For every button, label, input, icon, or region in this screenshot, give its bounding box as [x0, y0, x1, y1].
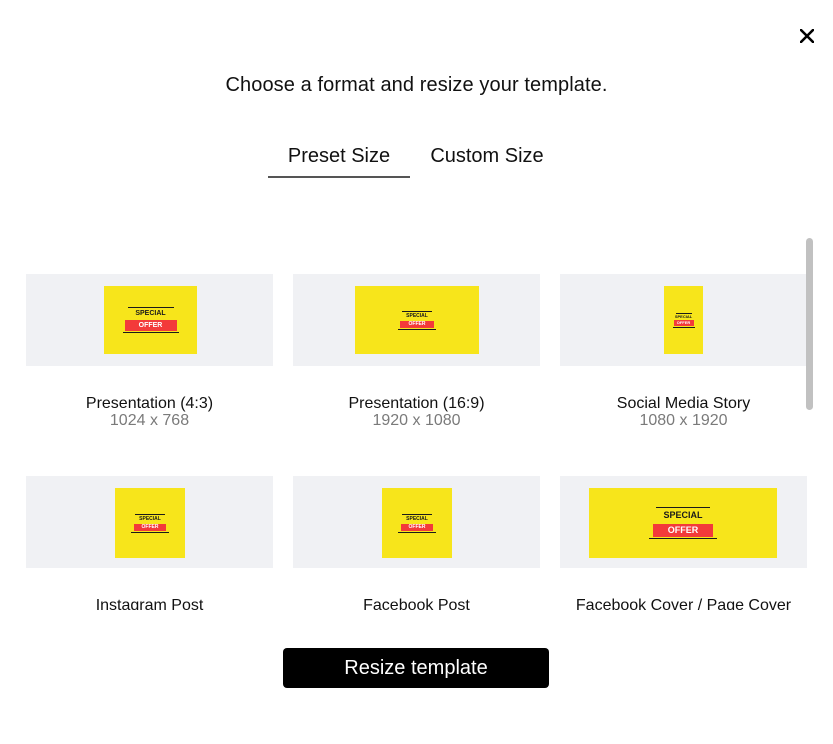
- preview-special-text: SPECIAL: [406, 515, 428, 522]
- size-tabs: Preset Size Custom Size: [268, 143, 564, 179]
- template-preview: SPECIAL OFFER: [589, 488, 777, 558]
- template-preview: SPECIAL OFFER: [382, 488, 452, 558]
- preset-thumbnail: SPECIAL OFFER: [293, 476, 540, 568]
- preset-card-presentation-4-3[interactable]: SPECIAL OFFER Presentation (4:3) 1024 x …: [26, 274, 273, 444]
- preview-special-text: SPECIAL: [406, 312, 428, 319]
- close-icon: [800, 29, 814, 43]
- preview-offer-text: OFFER: [124, 320, 177, 331]
- preview-offer-text: OFFER: [401, 523, 433, 531]
- preset-dimensions: 1920 x 1080: [372, 412, 461, 429]
- preset-card-facebook-cover[interactable]: SPECIAL OFFER Facebook Cover / Page Cove…: [560, 476, 807, 610]
- preview-offer-text: OFFER: [134, 523, 166, 531]
- preview-special-text: SPECIAL: [135, 310, 166, 317]
- preview-offer-text: OFFER: [653, 524, 713, 537]
- preset-title: Presentation (4:3): [85, 395, 214, 412]
- preset-card-facebook-post[interactable]: SPECIAL OFFER Facebook Post: [293, 476, 540, 610]
- preset-title: Presentation (16:9): [348, 395, 485, 412]
- template-preview: SPECIAL OFFER: [355, 286, 479, 354]
- preset-card-instagram-post[interactable]: SPECIAL OFFER Instagram Post: [26, 476, 273, 610]
- tab-preset-size[interactable]: Preset Size: [268, 143, 410, 178]
- preview-special-text: SPECIAL: [139, 515, 161, 522]
- preset-grid: SPECIAL OFFER Presentation (4:3) 1024 x …: [26, 230, 812, 610]
- preset-card-presentation-16-9[interactable]: SPECIAL OFFER Presentation (16:9) 1920 x…: [293, 274, 540, 444]
- preset-title: Instagram Post: [95, 597, 204, 610]
- preset-title: Social Media Story: [616, 395, 751, 412]
- template-preview: SPECIAL OFFER: [664, 286, 703, 354]
- preset-thumbnail: SPECIAL OFFER: [293, 274, 540, 366]
- preset-thumbnail: SPECIAL OFFER: [560, 274, 807, 366]
- preset-thumbnail: SPECIAL OFFER: [26, 274, 273, 366]
- dialog-heading: Choose a format and resize your template…: [225, 74, 608, 96]
- preset-dimensions: 1080 x 1920: [639, 412, 728, 429]
- preset-title: Facebook Post: [363, 597, 470, 610]
- preset-thumbnail: SPECIAL OFFER: [26, 476, 273, 568]
- close-button[interactable]: [797, 26, 817, 46]
- preset-thumbnail: SPECIAL OFFER: [560, 476, 807, 568]
- preview-special-text: SPECIAL: [663, 510, 703, 520]
- preview-offer-text: OFFER: [400, 320, 434, 328]
- preset-card-social-media-story[interactable]: SPECIAL OFFER Social Media Story 1080 x …: [560, 274, 807, 444]
- preset-dimensions: 1024 x 768: [109, 412, 190, 429]
- template-preview: SPECIAL OFFER: [104, 286, 197, 354]
- preview-offer-text: OFFER: [673, 319, 694, 326]
- preset-title: Facebook Cover / Page Cover: [575, 597, 792, 610]
- preview-special-text: SPECIAL: [674, 313, 693, 319]
- resize-template-button[interactable]: Resize template: [283, 648, 549, 688]
- template-preview: SPECIAL OFFER: [115, 488, 185, 558]
- tab-custom-size[interactable]: Custom Size: [410, 143, 564, 178]
- scrollbar-thumb[interactable]: [806, 238, 813, 410]
